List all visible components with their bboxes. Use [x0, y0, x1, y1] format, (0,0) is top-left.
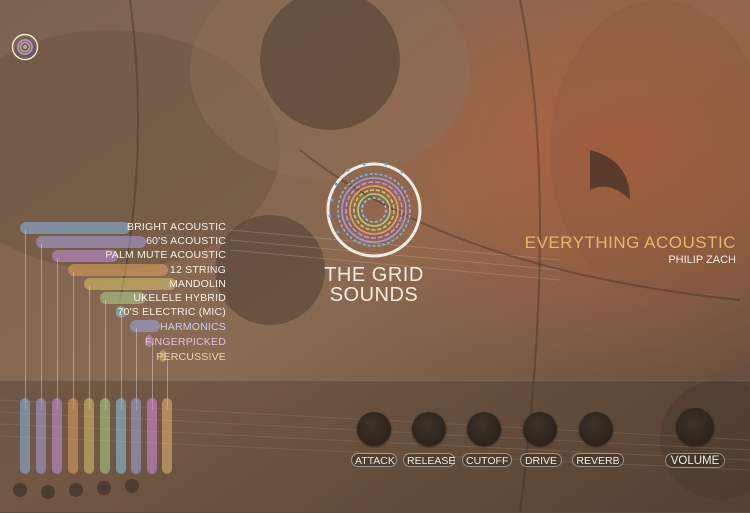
preset-tube [162, 398, 172, 474]
preset-tube [100, 398, 110, 474]
preset-item[interactable]: FINGERPICKED [145, 336, 226, 348]
preset-bar [68, 264, 168, 276]
grid-sounds-logo-icon [326, 162, 422, 258]
preset-item[interactable]: PALM MUTE ACOUSTIC [105, 249, 226, 261]
preset-tube [131, 398, 141, 474]
reverb-knob[interactable] [579, 412, 613, 446]
volume-knob[interactable] [676, 408, 714, 446]
preset-item[interactable]: BRIGHT ACOUSTIC [127, 221, 226, 233]
preset-bar [20, 222, 130, 234]
cutoff-label[interactable]: CUTOFF [462, 453, 512, 467]
preset-tube [36, 398, 46, 474]
preset-guide-line [105, 300, 106, 410]
preset-item[interactable]: 70'S ELECTRIC (MIC) [118, 306, 227, 318]
preset-guide-line [57, 258, 58, 410]
preset-tube [20, 398, 30, 474]
release-label[interactable]: RELEASE [403, 453, 455, 467]
drive-knob[interactable] [523, 412, 557, 446]
preset-bar [84, 278, 176, 290]
brand-name-line2: SOUNDS [329, 284, 419, 306]
cutoff-knob[interactable] [467, 412, 501, 446]
attack-label[interactable]: ATTACK [351, 453, 397, 467]
brand-name-line1: THE GRID [324, 264, 424, 286]
preset-guide-line [89, 286, 90, 410]
preset-item[interactable]: 12 STRING [170, 264, 226, 276]
preset-guide-line [41, 244, 42, 410]
preset-tube [52, 398, 62, 474]
preset-item[interactable]: 60'S ACOUSTIC [146, 235, 226, 247]
preset-guide-line [73, 272, 74, 410]
preset-tube [147, 398, 157, 474]
instrument-author: PHILIP ZACH [668, 254, 736, 266]
preset-guide-line [25, 230, 26, 410]
preset-item[interactable]: HARMONICS [160, 321, 226, 333]
reverb-label[interactable]: REVERB [572, 453, 624, 467]
preset-item[interactable]: UKELELE HYBRID [133, 292, 226, 304]
preset-tube [116, 398, 126, 474]
preset-tube [68, 398, 78, 474]
preset-guide-line [121, 314, 122, 410]
attack-knob[interactable] [357, 412, 391, 446]
mini-logo-icon[interactable] [11, 33, 39, 61]
preset-tube [84, 398, 94, 474]
release-knob[interactable] [412, 412, 446, 446]
instrument-title: EVERYTHING ACOUSTIC [524, 233, 736, 252]
preset-bar [130, 320, 160, 332]
preset-bar [36, 236, 146, 248]
controls-panel [0, 380, 750, 513]
volume-label[interactable]: VOLUME [665, 453, 725, 468]
drive-label[interactable]: DRIVE [520, 453, 562, 467]
preset-list: BRIGHT ACOUSTIC 60'S ACOUSTIC PALM MUTE … [0, 218, 240, 368]
preset-item[interactable]: MANDOLIN [169, 278, 226, 290]
